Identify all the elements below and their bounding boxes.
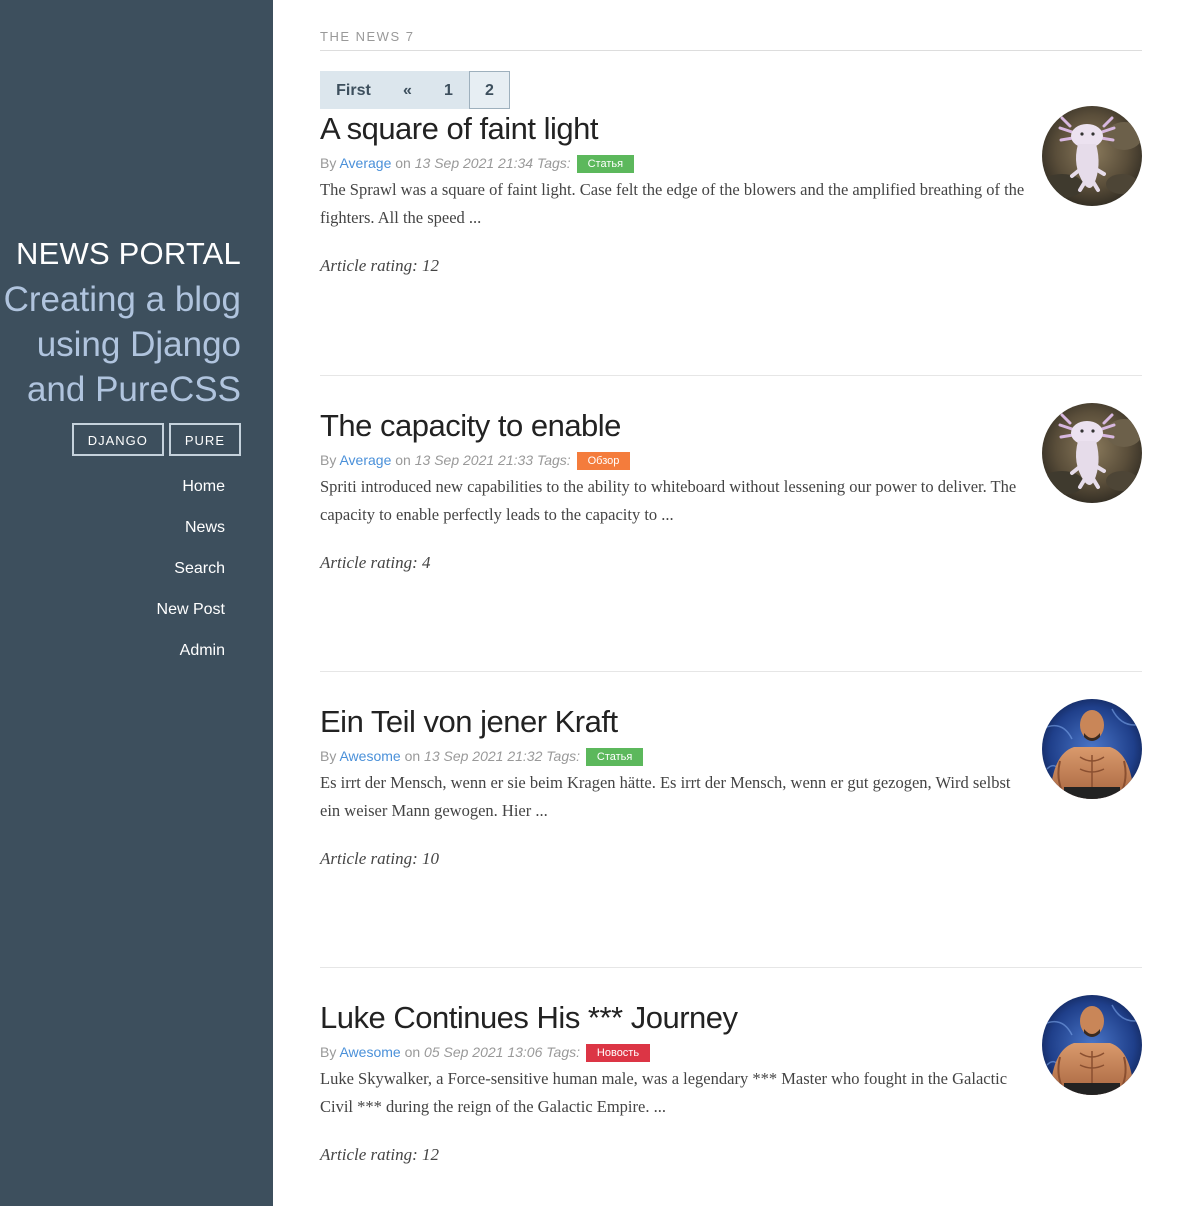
post-meta: By Awesome on 05 Sep 2021 13:06 Tags: Но… — [320, 1042, 1142, 1062]
nav-link-search[interactable]: Search — [157, 558, 225, 580]
post-tag-badge[interactable]: Статья — [576, 155, 635, 173]
post-description: The Sprawl was a square of faint light. … — [320, 180, 1025, 227]
nav-link-home[interactable]: Home — [157, 476, 225, 498]
page-2-button-current[interactable]: 2 — [469, 71, 510, 109]
on-label: on — [395, 452, 411, 468]
on-label: on — [404, 1044, 421, 1060]
sidebar-nav: Home News Search New Post Admin — [157, 476, 225, 681]
tags-label: Tags: — [536, 155, 571, 171]
post-title[interactable]: The capacity to enable — [320, 408, 1142, 444]
post-author-link[interactable]: Average — [339, 155, 391, 171]
page-prev-button[interactable]: « — [387, 71, 428, 109]
post-divider — [320, 375, 1142, 376]
author-avatar — [1042, 995, 1142, 1095]
post-date: 05 Sep 2021 13:06 — [424, 1044, 543, 1060]
sidebar-tag-links: DJANGO PURE — [71, 423, 241, 456]
post-divider — [320, 671, 1142, 672]
post-date: 13 Sep 2021 21:34 — [414, 155, 534, 171]
nav-item-home: Home — [157, 476, 225, 517]
author-avatar — [1042, 699, 1142, 799]
wrestler-avatar-image — [1042, 699, 1142, 799]
on-label: on — [395, 155, 411, 171]
site-tagline: Creating a blog using Django and PureCSS — [3, 280, 241, 409]
page-first-button[interactable]: First — [320, 71, 387, 109]
post-author-link[interactable]: Average — [339, 452, 391, 468]
post-rating: Article rating: 12 — [320, 1145, 439, 1164]
by-label: By — [320, 155, 337, 171]
on-label: on — [404, 748, 421, 764]
post-tag-badge[interactable]: Обзор — [576, 452, 631, 470]
section-header: THE NEWS 7 — [320, 29, 1142, 51]
post-date: 13 Sep 2021 21:32 — [424, 748, 543, 764]
by-label: By — [320, 452, 337, 468]
post-date: 13 Sep 2021 21:33 — [414, 452, 534, 468]
post-tag-badge[interactable]: Новость — [585, 1044, 651, 1062]
tag-link-django[interactable]: DJANGO — [71, 423, 164, 456]
post-author-link[interactable]: Awesome — [339, 1044, 400, 1060]
post-rating: Article rating: 4 — [320, 553, 431, 572]
post-meta: By Awesome on 13 Sep 2021 21:32 Tags: Ст… — [320, 746, 1142, 766]
post-description: Spriti introduced new capabilities to th… — [320, 477, 1017, 524]
page-1-button[interactable]: 1 — [428, 71, 469, 109]
axolotl-avatar-image — [1042, 106, 1142, 206]
post-item: A square of faint light By Average on 13… — [320, 111, 1142, 276]
author-avatar — [1042, 106, 1142, 206]
post-author-link[interactable]: Awesome — [339, 748, 400, 764]
nav-item-admin: Admin — [157, 640, 225, 681]
post-rating: Article rating: 12 — [320, 256, 439, 275]
post-tag-badge[interactable]: Статья — [585, 748, 644, 766]
by-label: By — [320, 1044, 337, 1060]
site-title[interactable]: NEWS PORTAL — [16, 236, 241, 272]
post-description: Es irrt der Mensch, wenn er sie beim Kra… — [320, 773, 1011, 820]
sidebar: NEWS PORTAL Creating a blog using Django… — [0, 0, 273, 1206]
post-item: The capacity to enable By Average on 13 … — [320, 408, 1142, 573]
axolotl-avatar-image — [1042, 403, 1142, 503]
nav-item-new-post: New Post — [157, 599, 225, 640]
post-title[interactable]: Luke Continues His *** Journey — [320, 1000, 1142, 1036]
nav-link-admin[interactable]: Admin — [157, 640, 225, 662]
post-item: Luke Continues His *** Journey By Awesom… — [320, 1000, 1142, 1165]
tag-link-pure[interactable]: PURE — [168, 423, 241, 456]
nav-item-news: News — [157, 517, 225, 558]
pagination: First « 1 2 — [320, 71, 510, 109]
post-meta: By Average on 13 Sep 2021 21:33 Tags: Об… — [320, 450, 1142, 470]
post-item: Ein Teil von jener Kraft By Awesome on 1… — [320, 704, 1142, 869]
author-avatar — [1042, 403, 1142, 503]
post-meta: By Average on 13 Sep 2021 21:34 Tags: Ст… — [320, 153, 1142, 173]
wrestler-avatar-image — [1042, 995, 1142, 1095]
post-description: Luke Skywalker, a Force-sensitive human … — [320, 1069, 1008, 1116]
tags-label: Tags: — [536, 452, 571, 468]
nav-link-news[interactable]: News — [157, 517, 225, 539]
post-rating: Article rating: 10 — [320, 849, 439, 868]
by-label: By — [320, 748, 337, 764]
post-title[interactable]: Ein Teil von jener Kraft — [320, 704, 1142, 740]
tags-label: Tags: — [546, 1044, 581, 1060]
post-title[interactable]: A square of faint light — [320, 111, 1142, 147]
tags-label: Tags: — [546, 748, 581, 764]
nav-link-new-post[interactable]: New Post — [157, 599, 225, 621]
post-divider — [320, 967, 1142, 968]
nav-item-search: Search — [157, 558, 225, 599]
